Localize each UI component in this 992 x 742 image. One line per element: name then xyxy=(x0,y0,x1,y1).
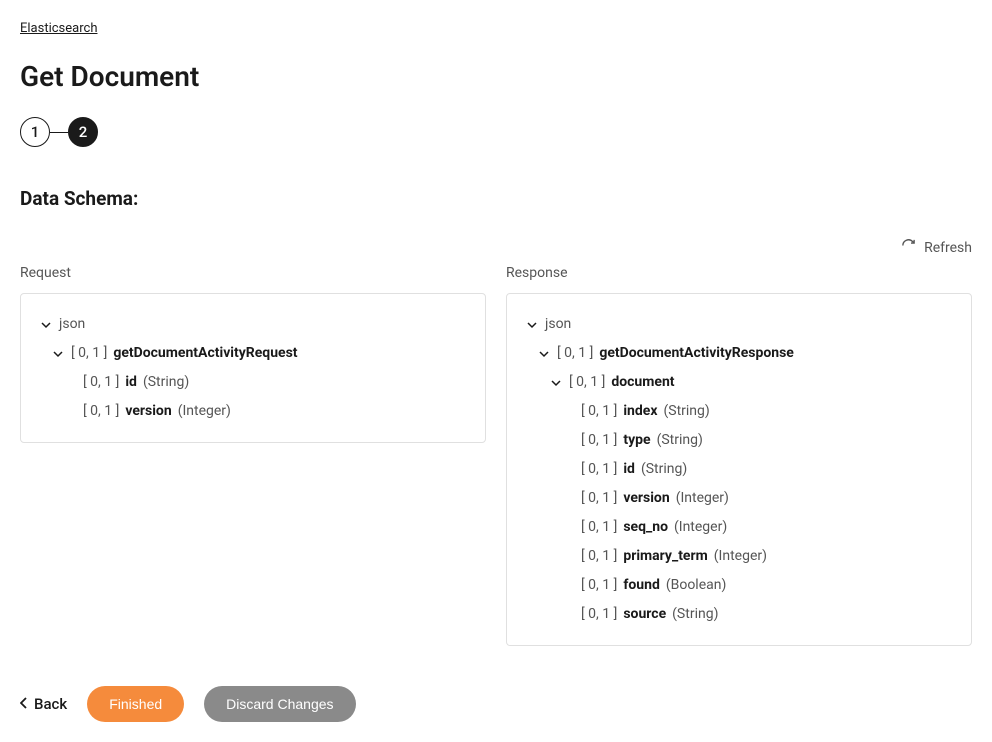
wizard-stepper: 1 2 xyxy=(20,117,972,147)
property-name: getDocumentActivityResponse xyxy=(599,343,794,364)
cardinality-label: [ 0, 1 ] xyxy=(581,488,617,509)
property-name: seq_no xyxy=(623,517,668,538)
property-type: (Boolean) xyxy=(666,575,727,596)
property-type: (String) xyxy=(143,372,189,393)
request-column: Request json [ 0, 1 ] getDocumentActivit… xyxy=(20,265,486,646)
property-name: primary_term xyxy=(623,546,707,567)
json-label: json xyxy=(59,314,85,335)
cardinality-label: [ 0, 1 ] xyxy=(569,372,605,393)
cardinality-label: [ 0, 1 ] xyxy=(83,401,119,422)
property-name: found xyxy=(623,575,659,596)
cardinality-label: [ 0, 1 ] xyxy=(581,401,617,422)
chevron-down-icon[interactable] xyxy=(537,347,551,361)
cardinality-label: [ 0, 1 ] xyxy=(71,343,107,364)
finished-button[interactable]: Finished xyxy=(87,686,184,722)
chevron-left-icon xyxy=(20,695,28,713)
tree-row-field[interactable]: [ 0, 1 ] primary_term (Integer) xyxy=(525,542,953,571)
property-name: version xyxy=(125,401,171,422)
tree-row-json[interactable]: json xyxy=(525,310,953,339)
cardinality-label: [ 0, 1 ] xyxy=(581,459,617,480)
tree-row-field[interactable]: [ 0, 1 ] source (String) xyxy=(525,600,953,629)
tree-row-field[interactable]: [ 0, 1 ] version (Integer) xyxy=(39,397,467,426)
cardinality-label: [ 0, 1 ] xyxy=(581,517,617,538)
tree-row-field[interactable]: [ 0, 1 ] type (String) xyxy=(525,426,953,455)
property-type: (Integer) xyxy=(674,517,727,538)
refresh-button[interactable]: Refresh xyxy=(20,238,972,257)
breadcrumb-link[interactable]: Elasticsearch xyxy=(20,21,97,36)
property-name: id xyxy=(125,372,137,393)
refresh-icon xyxy=(901,238,916,257)
response-column: Response json [ 0, 1 ] getDocumentActivi… xyxy=(506,265,972,646)
discard-button[interactable]: Discard Changes xyxy=(204,686,355,722)
chevron-down-icon[interactable] xyxy=(51,347,65,361)
tree-row-response-root[interactable]: [ 0, 1 ] getDocumentActivityResponse xyxy=(525,339,953,368)
property-type: (Integer) xyxy=(714,546,767,567)
step-1[interactable]: 1 xyxy=(20,117,50,147)
property-name: document xyxy=(611,372,674,393)
back-label: Back xyxy=(34,695,67,713)
property-type: (String) xyxy=(641,459,687,480)
property-name: id xyxy=(623,459,635,480)
tree-row-field[interactable]: [ 0, 1 ] found (Boolean) xyxy=(525,571,953,600)
property-name: index xyxy=(623,401,657,422)
property-type: (String) xyxy=(663,401,709,422)
tree-row-request-root[interactable]: [ 0, 1 ] getDocumentActivityRequest xyxy=(39,339,467,368)
tree-row-field[interactable]: [ 0, 1 ] version (Integer) xyxy=(525,484,953,513)
step-connector xyxy=(50,132,68,133)
response-schema-box: json [ 0, 1 ] getDocumentActivityRespons… xyxy=(506,293,972,646)
page-title: Get Document xyxy=(20,60,972,93)
property-type: (String) xyxy=(657,430,703,451)
property-type: (Integer) xyxy=(178,401,231,422)
request-heading: Request xyxy=(20,265,486,281)
tree-row-field[interactable]: [ 0, 1 ] id (String) xyxy=(525,455,953,484)
property-name: version xyxy=(623,488,669,509)
tree-row-field[interactable]: [ 0, 1 ] seq_no (Integer) xyxy=(525,513,953,542)
step-2[interactable]: 2 xyxy=(68,117,98,147)
tree-row-field[interactable]: [ 0, 1 ] id (String) xyxy=(39,368,467,397)
response-heading: Response xyxy=(506,265,972,281)
cardinality-label: [ 0, 1 ] xyxy=(581,430,617,451)
property-name: getDocumentActivityRequest xyxy=(113,343,297,364)
json-label: json xyxy=(545,314,571,335)
cardinality-label: [ 0, 1 ] xyxy=(581,546,617,567)
chevron-down-icon[interactable] xyxy=(549,376,563,390)
tree-row-json[interactable]: json xyxy=(39,310,467,339)
cardinality-label: [ 0, 1 ] xyxy=(83,372,119,393)
property-name: type xyxy=(623,430,650,451)
chevron-down-icon[interactable] xyxy=(525,318,539,332)
cardinality-label: [ 0, 1 ] xyxy=(581,604,617,625)
section-heading: Data Schema: xyxy=(20,187,972,210)
tree-row-document[interactable]: [ 0, 1 ] document xyxy=(525,368,953,397)
cardinality-label: [ 0, 1 ] xyxy=(557,343,593,364)
property-name: source xyxy=(623,604,666,625)
footer-actions: Back Finished Discard Changes xyxy=(20,686,972,722)
tree-row-field[interactable]: [ 0, 1 ] index (String) xyxy=(525,397,953,426)
chevron-down-icon[interactable] xyxy=(39,318,53,332)
property-type: (String) xyxy=(672,604,718,625)
cardinality-label: [ 0, 1 ] xyxy=(581,575,617,596)
back-button[interactable]: Back xyxy=(20,695,67,713)
request-schema-box: json [ 0, 1 ] getDocumentActivityRequest… xyxy=(20,293,486,443)
refresh-label: Refresh xyxy=(924,240,972,256)
property-type: (Integer) xyxy=(676,488,729,509)
